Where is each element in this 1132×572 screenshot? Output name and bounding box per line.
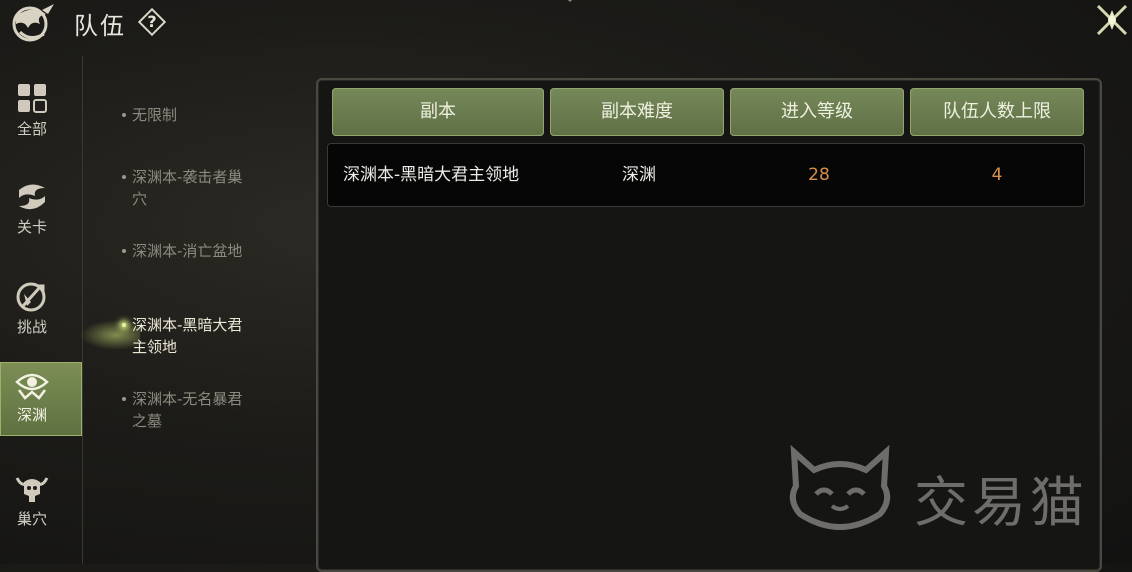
eye-emblem-icon: [15, 373, 49, 400]
dragon-emblem-icon: [12, 4, 54, 42]
close-button[interactable]: [1094, 2, 1130, 38]
nav-label: 全部: [16, 120, 47, 138]
ornament-icon: [568, 0, 572, 2]
column-header-dungeon: 副本: [332, 88, 544, 136]
swirl-emblem-icon: [19, 184, 45, 210]
watermark-text: 交易猫: [914, 471, 1088, 534]
cell-entry-level: 28: [808, 165, 830, 185]
table-row[interactable]: 深渊本-黑暗大君主领地 深渊 28 4: [327, 143, 1085, 207]
nav-label: 巢穴: [16, 510, 47, 528]
nav-item-stage[interactable]: 关卡: [0, 174, 82, 248]
help-icon: ?: [147, 12, 157, 31]
bullet-dot: [122, 323, 126, 327]
page-title: 队伍: [74, 12, 126, 40]
cell-difficulty: 深渊: [622, 165, 656, 185]
bullet-dot: [122, 175, 126, 179]
bullet-dot: [122, 113, 126, 117]
nav-item-challenge[interactable]: 挑战: [0, 274, 82, 348]
bullet-dot: [122, 397, 126, 401]
nav-label: 深渊: [16, 406, 47, 424]
watermark: 交易猫: [780, 440, 1110, 536]
category-nav: 全部 关卡 挑战 深渊 巢穴: [0, 56, 83, 564]
nav-label: 挑战: [16, 318, 47, 336]
nav-label: 关卡: [16, 218, 47, 236]
cell-max-members: 4: [991, 165, 1003, 185]
dungeon-item-label: 无限制: [132, 106, 178, 124]
column-header-max-members: 队伍人数上限: [910, 88, 1084, 136]
selection-glow: [80, 320, 140, 350]
horned-skull-icon: [15, 477, 49, 502]
nav-item-abyss[interactable]: 深渊: [0, 362, 82, 436]
dungeon-item-label: 深渊本-黑暗大君主领地: [132, 316, 243, 356]
column-header-entry-level: 进入等级: [730, 88, 904, 136]
bullet-dot: [122, 249, 126, 253]
dungeon-item-label: 深渊本-无名暴君之墓: [132, 390, 243, 430]
cat-logo-icon: [789, 444, 891, 530]
column-header-difficulty: 副本难度: [550, 88, 724, 136]
dungeon-item-label: 深渊本-袭击者巢穴: [132, 168, 243, 208]
top-bar: 队伍 ?: [0, 0, 1132, 48]
sword-shield-icon: [16, 282, 46, 312]
cell-dungeon: 深渊本-黑暗大君主领地: [343, 165, 520, 185]
nav-item-nest[interactable]: 巢穴: [0, 466, 82, 540]
help-button[interactable]: ?: [137, 7, 167, 37]
nav-item-all[interactable]: 全部: [0, 76, 82, 150]
grid-icon: [18, 84, 47, 113]
dungeon-item-label: 深渊本-消亡盆地: [132, 242, 243, 260]
